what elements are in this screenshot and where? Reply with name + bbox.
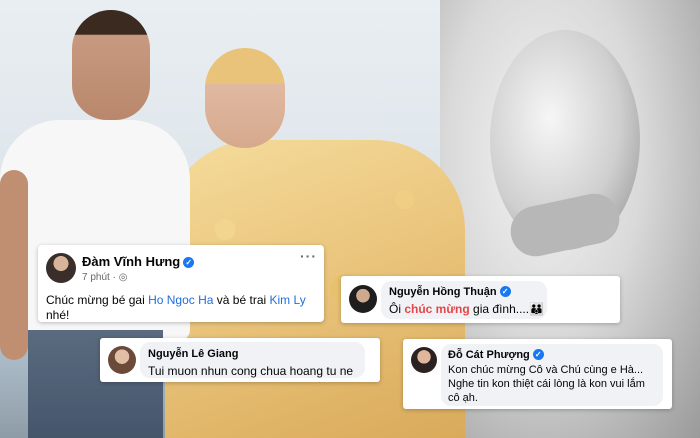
avatar[interactable] xyxy=(108,346,136,374)
comment-text-start: Ôi xyxy=(389,302,405,316)
avatar[interactable] xyxy=(46,253,76,283)
comment-author[interactable]: Nguyễn Hồng Thuận ✓ xyxy=(389,286,511,298)
man-head xyxy=(72,10,150,120)
more-dots-icon[interactable]: ··· xyxy=(300,248,317,264)
comment-line-2: Nghe tin kon thiệt cái lòng là kon vui l… xyxy=(448,378,645,390)
post-time[interactable]: 7 phút · ◎ xyxy=(82,272,127,283)
post-time-text[interactable]: 7 phút · xyxy=(82,272,119,283)
post-author-name[interactable]: Đàm Vĩnh Hưng xyxy=(82,254,180,269)
family-emoji-icon: 👪 xyxy=(529,302,545,316)
tag-kim-ly[interactable]: Kim Ly xyxy=(270,293,306,307)
comment-line-1: Kon chúc mừng Cô và Chú cùng e Hà... xyxy=(448,364,644,376)
post-card: Đàm Vĩnh Hưng ✓ 7 phút · ◎ ··· Chúc mừng … xyxy=(38,245,324,322)
comment-text-end: gia đình.... xyxy=(469,302,530,316)
post-text: Chúc mừng bé gai Ho Ngoc Ha và bé trai K… xyxy=(46,293,306,307)
comment-author-name[interactable]: Nguyễn Lê Giang xyxy=(148,348,238,360)
verified-badge-icon: ✓ xyxy=(183,257,195,268)
comment-card-thuan: Nguyễn Hồng Thuận ✓ Ôi chúc mừng gia đình… xyxy=(341,276,620,323)
post-author[interactable]: Đàm Vĩnh Hưng ✓ xyxy=(82,254,195,269)
post-text-end: nhé! xyxy=(46,308,70,322)
comment-author-name[interactable]: Đỗ Cát Phượng xyxy=(448,349,530,361)
comment-text: Tui muon nhun cong chua hoang tu ne xyxy=(148,364,354,378)
avatar[interactable] xyxy=(411,347,437,373)
verified-badge-icon: ✓ xyxy=(532,349,544,360)
post-text-start: Chúc mừng bé gai xyxy=(46,293,149,307)
avatar[interactable] xyxy=(349,285,377,313)
post-text-mid: và bé trai xyxy=(213,293,270,307)
comment-author-name[interactable]: Nguyễn Hồng Thuận xyxy=(389,286,497,298)
comment-card-phuong: Đỗ Cát Phượng ✓ Kon chúc mừng Cô và Chú c… xyxy=(403,339,672,409)
comment-card-giang: Nguyễn Lê Giang Tui muon nhun cong chua … xyxy=(100,338,380,382)
comment-line-3: cô ạh. xyxy=(448,392,478,404)
woman-head xyxy=(205,48,285,148)
tag-ho-ngoc-ha[interactable]: Ho Ngoc Ha xyxy=(148,293,213,307)
comment-author[interactable]: Đỗ Cát Phượng ✓ xyxy=(448,349,544,361)
verified-badge-icon: ✓ xyxy=(499,286,511,297)
man-arm xyxy=(0,170,28,360)
comment-highlight: chúc mừng xyxy=(404,302,470,316)
globe-icon: ◎ xyxy=(118,272,128,283)
comment-text: Ôi chúc mừng gia đình....👪 xyxy=(389,302,544,316)
